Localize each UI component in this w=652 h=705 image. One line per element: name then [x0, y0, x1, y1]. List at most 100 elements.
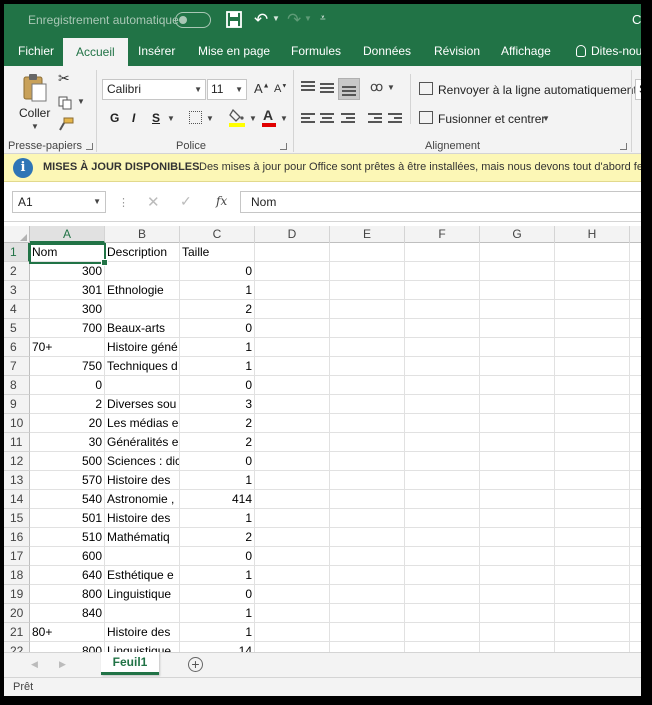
borders-icon[interactable]	[189, 111, 202, 124]
cell-b2[interactable]	[105, 262, 180, 281]
cell-b14[interactable]: Astronomie ,	[105, 490, 180, 509]
cell-e21[interactable]	[330, 623, 405, 642]
cell-g11[interactable]	[480, 433, 555, 452]
row-header[interactable]: 3	[4, 281, 30, 300]
cell-h1[interactable]	[555, 243, 630, 262]
add-sheet-icon[interactable]: +	[188, 657, 203, 672]
bold-button[interactable]: G	[110, 111, 119, 125]
cell-f14[interactable]	[405, 490, 480, 509]
paste-icon[interactable]	[22, 73, 48, 103]
cell-c9[interactable]: 3	[180, 395, 255, 414]
redo-dropdown-icon[interactable]: ▼	[304, 14, 312, 23]
cell-b19[interactable]: Linguistique	[105, 585, 180, 604]
row-header[interactable]: 14	[4, 490, 30, 509]
underline-button[interactable]: S	[152, 111, 160, 125]
row-header[interactable]: 2	[4, 262, 30, 281]
customize-qat-icon[interactable]: ⩡	[320, 13, 326, 24]
cell-d17[interactable]	[255, 547, 330, 566]
cell-e9[interactable]	[330, 395, 405, 414]
cell-h22[interactable]	[555, 642, 630, 652]
cell-h3[interactable]	[555, 281, 630, 300]
cell-c16[interactable]: 2	[180, 528, 255, 547]
fill-color-icon[interactable]	[229, 107, 245, 127]
select-all-button[interactable]	[4, 226, 30, 243]
cell-a19[interactable]: 800	[30, 585, 105, 604]
save-icon[interactable]	[226, 11, 242, 28]
wrap-text-button[interactable]: Renvoyer à la ligne automatiquement	[438, 83, 637, 97]
enter-icon[interactable]: ✓	[180, 193, 192, 210]
autosave-toggle[interactable]	[175, 12, 211, 28]
cell-b11[interactable]: Généralités e	[105, 433, 180, 452]
grow-font-icon[interactable]: A▲	[254, 81, 270, 96]
cell-c2[interactable]: 0	[180, 262, 255, 281]
tab-formules[interactable]: Formules	[291, 36, 341, 66]
tab-affichage[interactable]: Affichage	[501, 36, 551, 66]
cell-d13[interactable]	[255, 471, 330, 490]
cell-d10[interactable]	[255, 414, 330, 433]
italic-button[interactable]: I	[132, 111, 135, 125]
orientation-dropdown-icon[interactable]: ▼	[387, 83, 395, 92]
cell-f6[interactable]	[405, 338, 480, 357]
tab-mise-en-page[interactable]: Mise en page	[198, 36, 270, 66]
cell-c1[interactable]: Taille	[180, 243, 255, 262]
cell-e10[interactable]	[330, 414, 405, 433]
cell-c11[interactable]: 2	[180, 433, 255, 452]
cell-e2[interactable]	[330, 262, 405, 281]
cell-i11[interactable]	[630, 433, 641, 452]
align-left-icon[interactable]	[301, 112, 315, 124]
cell-a14[interactable]: 540	[30, 490, 105, 509]
cell-a17[interactable]: 600	[30, 547, 105, 566]
cell-i17[interactable]	[630, 547, 641, 566]
cell-h20[interactable]	[555, 604, 630, 623]
align-bottom-button[interactable]	[338, 78, 360, 100]
underline-dropdown-icon[interactable]: ▼	[167, 114, 175, 123]
cell-h17[interactable]	[555, 547, 630, 566]
align-middle-icon[interactable]	[320, 82, 334, 94]
cell-h10[interactable]	[555, 414, 630, 433]
cell-h14[interactable]	[555, 490, 630, 509]
row-header[interactable]: 15	[4, 509, 30, 528]
column-header-c[interactable]: C	[180, 226, 255, 243]
cell-e8[interactable]	[330, 376, 405, 395]
paste-button[interactable]: Coller	[19, 106, 50, 120]
cell-i21[interactable]	[630, 623, 641, 642]
cell-f10[interactable]	[405, 414, 480, 433]
column-header-a[interactable]: A	[30, 226, 105, 243]
cell-i18[interactable]	[630, 566, 641, 585]
cell-e15[interactable]	[330, 509, 405, 528]
cell-b15[interactable]: Histoire des	[105, 509, 180, 528]
column-header-d[interactable]: D	[255, 226, 330, 243]
format-painter-icon[interactable]	[58, 117, 74, 131]
cell-h13[interactable]	[555, 471, 630, 490]
merge-dropdown-icon[interactable]: ▼	[542, 114, 550, 123]
cell-a22[interactable]: 800	[30, 642, 105, 652]
cell-a6[interactable]: 70+	[30, 338, 105, 357]
cell-g22[interactable]	[480, 642, 555, 652]
cell-c4[interactable]: 2	[180, 300, 255, 319]
cell-h2[interactable]	[555, 262, 630, 281]
cell-h11[interactable]	[555, 433, 630, 452]
cell-i19[interactable]	[630, 585, 641, 604]
cell-g2[interactable]	[480, 262, 555, 281]
cell-g17[interactable]	[480, 547, 555, 566]
font-color-icon[interactable]: A	[262, 107, 276, 127]
cell-e12[interactable]	[330, 452, 405, 471]
column-header-g[interactable]: G	[480, 226, 555, 243]
cell-g19[interactable]	[480, 585, 555, 604]
cell-g5[interactable]	[480, 319, 555, 338]
cell-b7[interactable]: Techniques d	[105, 357, 180, 376]
font-launcher-icon[interactable]	[280, 143, 287, 150]
shrink-font-icon[interactable]: A▼	[274, 83, 287, 95]
cell-d15[interactable]	[255, 509, 330, 528]
cell-d7[interactable]	[255, 357, 330, 376]
cell-d9[interactable]	[255, 395, 330, 414]
cell-f8[interactable]	[405, 376, 480, 395]
cell-g13[interactable]	[480, 471, 555, 490]
cell-b17[interactable]	[105, 547, 180, 566]
cell-h15[interactable]	[555, 509, 630, 528]
font-name-select[interactable]: Calibri ▼	[102, 79, 206, 100]
cell-c8[interactable]: 0	[180, 376, 255, 395]
cell-i16[interactable]	[630, 528, 641, 547]
cell-d11[interactable]	[255, 433, 330, 452]
cell-c20[interactable]: 1	[180, 604, 255, 623]
